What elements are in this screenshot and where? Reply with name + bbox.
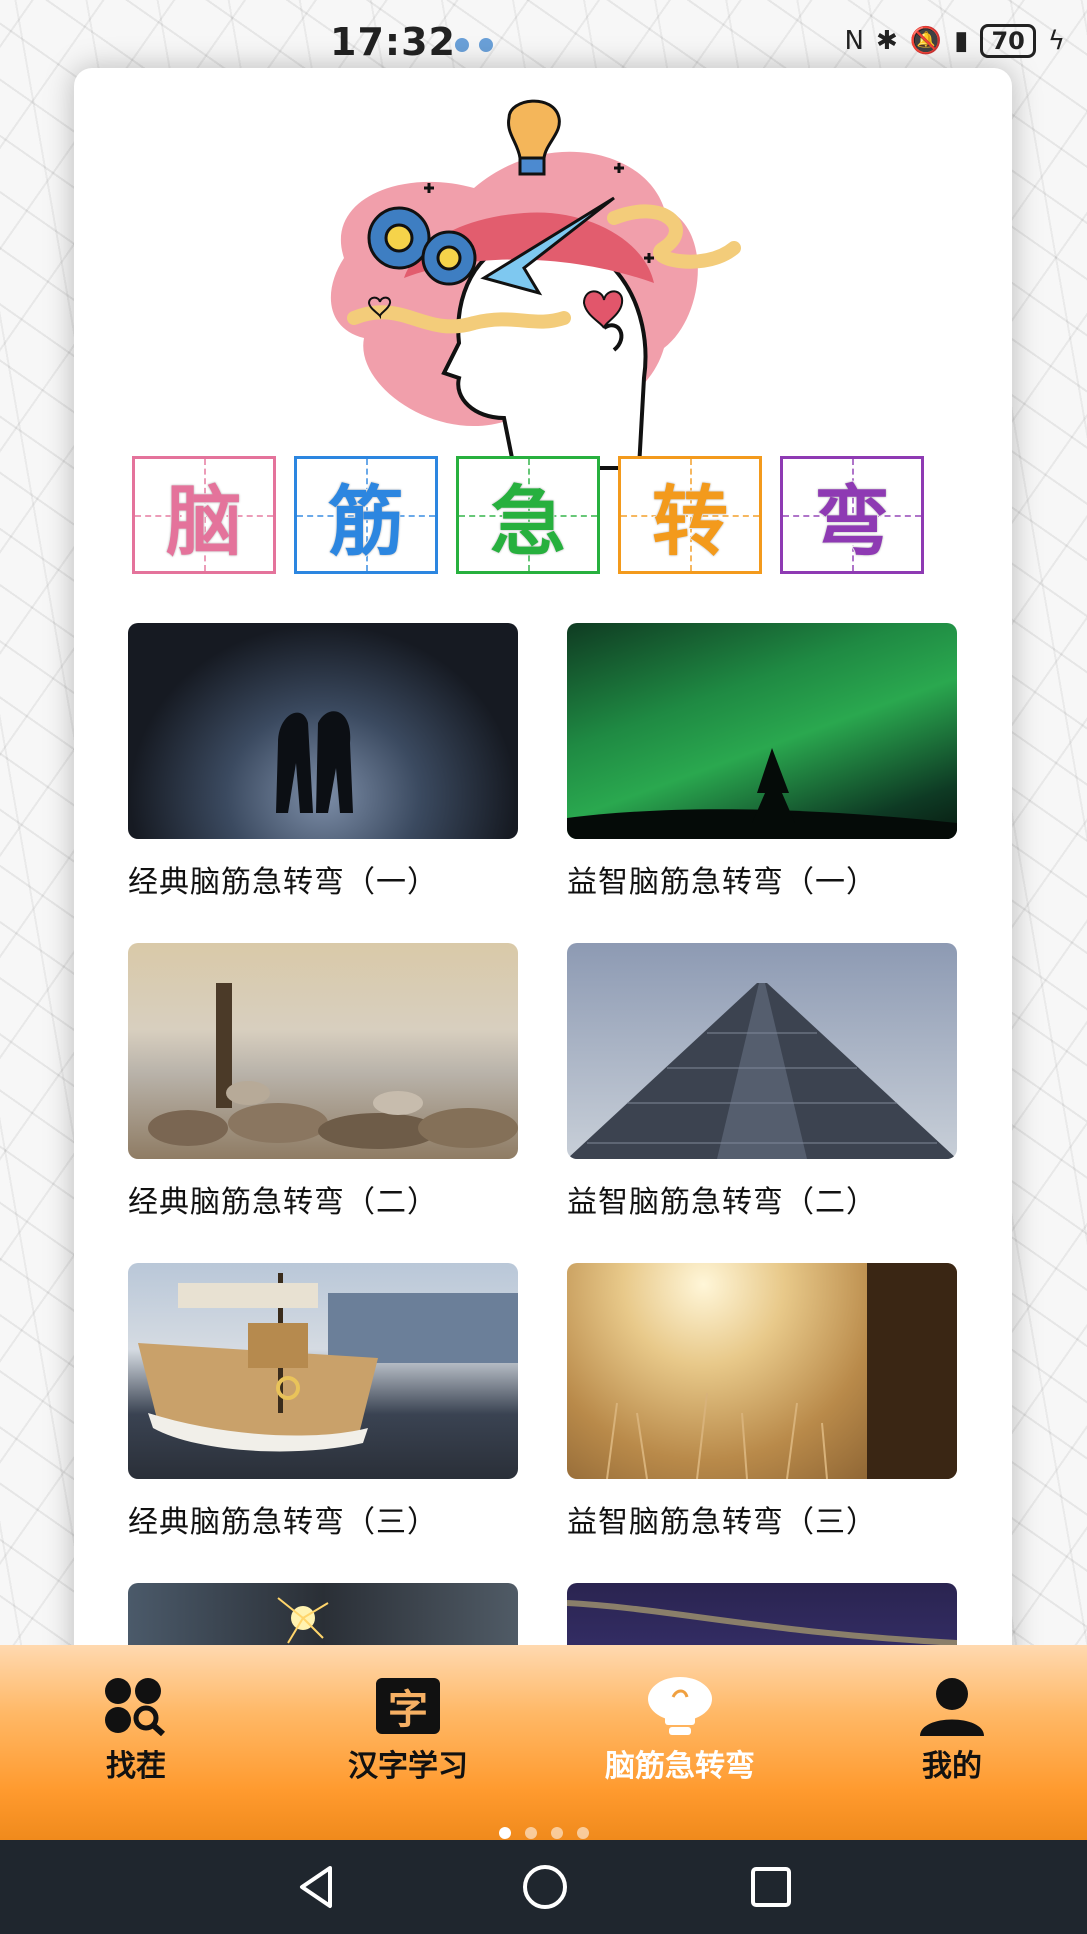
notification-icons bbox=[455, 38, 493, 52]
sunlit-grass-photo bbox=[567, 1263, 957, 1479]
home-icon[interactable] bbox=[520, 1862, 570, 1912]
title-char-4: 转 bbox=[618, 456, 762, 574]
vibrate-icon: ▮ bbox=[954, 26, 969, 56]
bottom-navigation: 找茬 字 汉字学习 脑筋急转弯 我的 bbox=[0, 1645, 1087, 1840]
nfc-icon: N bbox=[844, 26, 864, 56]
sailboat-harbor-photo bbox=[128, 1263, 518, 1479]
spot-difference-icon bbox=[26, 1675, 246, 1737]
title-char-2: 筋 bbox=[294, 456, 438, 574]
mute-icon: 🔕 bbox=[909, 26, 943, 56]
page-dot bbox=[550, 1827, 563, 1839]
nav-label: 我的 bbox=[922, 1749, 982, 1784]
category-caption: 益智脑筋急转弯（三） bbox=[567, 1505, 877, 1540]
battery-icon: 70 bbox=[980, 24, 1036, 58]
category-card-puzzle-3[interactable]: 益智脑筋急转弯（三） bbox=[567, 1263, 957, 1541]
category-card-puzzle-2[interactable]: 益智脑筋急转弯（二） bbox=[567, 943, 957, 1221]
character-icon: 字 bbox=[298, 1675, 518, 1737]
post-rocks-lake-photo bbox=[128, 943, 518, 1159]
category-card-classic-1[interactable]: 经典脑筋急转弯（一） bbox=[128, 623, 518, 901]
brain-teaser-illustration bbox=[330, 99, 741, 470]
aurora-tree-photo bbox=[567, 623, 957, 839]
status-bar: 17:32 N ✱ 🔕 ▮ 70 ϟ bbox=[0, 0, 1087, 78]
category-card-classic-2[interactable]: 经典脑筋急转弯（二） bbox=[128, 943, 518, 1221]
nav-label: 脑筋急转弯 bbox=[605, 1749, 755, 1784]
bluetooth-icon: ✱ bbox=[875, 26, 898, 56]
status-icons: N ✱ 🔕 ▮ 70 ϟ bbox=[844, 24, 1065, 58]
page-indicator bbox=[0, 1827, 1087, 1839]
category-caption: 经典脑筋急转弯（一） bbox=[128, 865, 438, 900]
user-icon bbox=[842, 1675, 1062, 1737]
recents-icon[interactable] bbox=[746, 1862, 796, 1912]
nav-profile[interactable]: 我的 bbox=[842, 1675, 1062, 1785]
category-card-puzzle-1[interactable]: 益智脑筋急转弯（一） bbox=[567, 623, 957, 901]
category-caption: 经典脑筋急转弯（三） bbox=[128, 1505, 438, 1540]
night-couple-photo bbox=[128, 623, 518, 839]
nav-character-learning[interactable]: 字 汉字学习 bbox=[298, 1675, 518, 1785]
nav-label: 汉字学习 bbox=[348, 1749, 468, 1784]
charging-icon: ϟ bbox=[1047, 26, 1065, 56]
category-card-classic-3[interactable]: 经典脑筋急转弯（三） bbox=[128, 1263, 518, 1541]
category-caption: 经典脑筋急转弯（二） bbox=[128, 1185, 438, 1220]
title-char-1: 脑 bbox=[132, 456, 276, 574]
lightbulb-icon bbox=[570, 1675, 790, 1737]
title-char-5: 弯 bbox=[780, 456, 924, 574]
status-time: 17:32 bbox=[330, 20, 456, 64]
content-card: 脑 筋 急 转 弯 经典脑筋急转弯（一） 益智脑筋急转弯（一） 经典脑筋急转弯（… bbox=[74, 68, 1012, 1768]
nav-brain-teaser[interactable]: 脑筋急转弯 bbox=[570, 1675, 790, 1785]
category-caption: 益智脑筋急转弯（二） bbox=[567, 1185, 877, 1220]
title-characters: 脑 筋 急 转 弯 bbox=[132, 456, 924, 574]
page-dot bbox=[498, 1827, 511, 1839]
skyscraper-photo bbox=[567, 943, 957, 1159]
title-char-3: 急 bbox=[456, 456, 600, 574]
page-dot bbox=[576, 1827, 589, 1839]
page-dot bbox=[524, 1827, 537, 1839]
nav-spot-difference[interactable]: 找茬 bbox=[26, 1675, 246, 1785]
back-icon[interactable] bbox=[292, 1862, 342, 1912]
system-navigation-bar bbox=[0, 1840, 1087, 1934]
category-caption: 益智脑筋急转弯（一） bbox=[567, 865, 877, 900]
nav-label: 找茬 bbox=[106, 1749, 166, 1784]
